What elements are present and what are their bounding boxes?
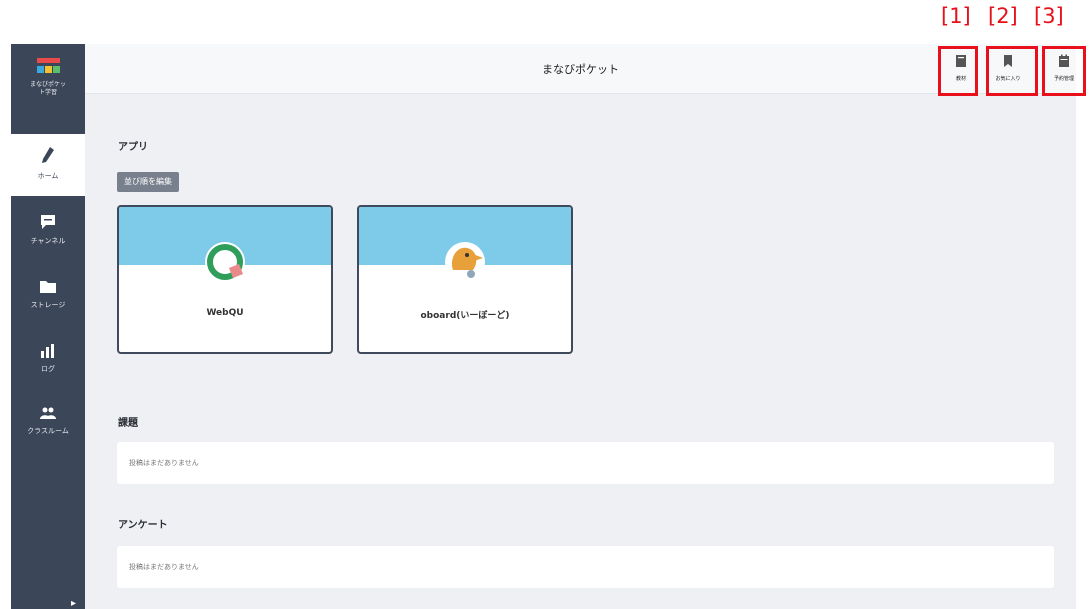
app-card-webqu[interactable]: WebQU [117, 205, 333, 354]
sidebar-item-label: クラスルーム [27, 427, 69, 435]
app-card-label: oboard(いーぼーど) [420, 311, 510, 321]
chevron-right-icon[interactable]: ▸ [71, 598, 76, 609]
chat-icon [41, 215, 55, 229]
edit-order-button[interactable]: 並び順を編集 [117, 172, 179, 192]
sidebar-item-log[interactable]: ログ [11, 332, 85, 394]
sidebar-item-channel[interactable]: チャンネル [11, 202, 85, 264]
sidebar-brand[interactable]: まなびポケッ ト学習 [11, 58, 85, 122]
empty-message: 投稿はまだありません [129, 459, 199, 467]
app-card-eboard[interactable]: oboard(いーぼーど) [357, 205, 573, 354]
sidebar-item-home[interactable]: ホーム [11, 134, 85, 196]
sidebar-item-label: ホーム [37, 172, 59, 180]
page-title: まなびポケット [542, 63, 619, 76]
folder-icon [40, 281, 56, 293]
sidebar-item-storage[interactable]: ストレージ [11, 268, 85, 330]
app-logo-icon [36, 58, 60, 73]
sidebar-item-label: ログ [41, 365, 55, 373]
sidebar: まなびポケッ ト学習 ホーム チャンネル ストレージ ログ クラスルーム ▸ [11, 44, 85, 609]
apps-heading: アプリ [118, 142, 148, 153]
empty-message: 投稿はまだありません [129, 563, 199, 571]
sidebar-item-label: ストレージ [30, 301, 66, 309]
annotation-label-1: [1] [941, 4, 971, 28]
pencil-icon [42, 147, 54, 163]
app-window: まなびポケッ ト学習 ホーム チャンネル ストレージ ログ クラスルーム ▸ ま… [11, 44, 1076, 609]
bar-chart-icon [41, 344, 54, 358]
eboard-mascot-icon [445, 242, 485, 282]
sidebar-item-label: チャンネル [30, 237, 66, 245]
main-content: アプリ 並び順を編集 WebQU oboard(いーぼーど) 課題 投稿はまだあ… [85, 94, 1076, 609]
assignments-list: 投稿はまだありません [117, 442, 1054, 484]
assignments-heading: 課題 [118, 418, 138, 429]
sidebar-item-classroom[interactable]: クラスルーム [11, 394, 85, 456]
annotation-box-2 [986, 46, 1038, 96]
brand-name-line2: ト学習 [38, 89, 57, 96]
people-icon [40, 407, 56, 419]
survey-list: 投稿はまだありません [117, 546, 1054, 588]
webqu-logo-icon [205, 242, 245, 282]
annotation-label-2: [2] [988, 4, 1018, 28]
brand-name-line1: まなびポケッ [29, 81, 66, 88]
app-card-label: WebQU [206, 308, 244, 318]
annotation-box-1 [938, 46, 978, 96]
survey-heading: アンケート [118, 520, 168, 531]
annotation-box-3 [1042, 46, 1086, 96]
annotation-label-3: [3] [1034, 4, 1064, 28]
top-header: まなびポケット [85, 44, 1076, 94]
